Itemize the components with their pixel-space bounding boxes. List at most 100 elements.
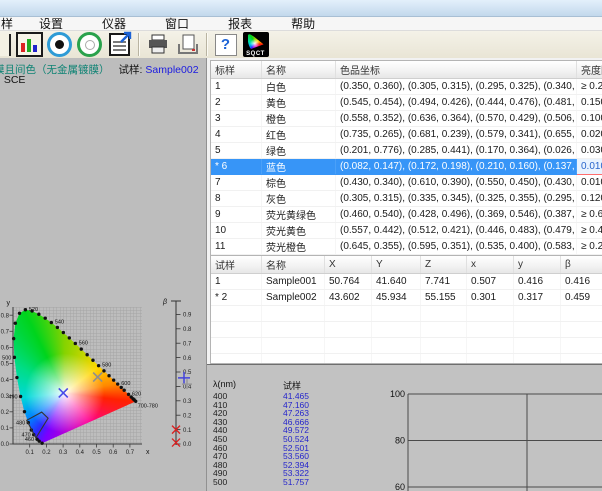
standards-table: 标样名称色品坐标亮度因数1白色(0.350, 0.360), (0.305, 0…: [211, 61, 602, 255]
column-header[interactable]: 名称: [262, 256, 325, 274]
table-cell: * 2: [211, 290, 262, 306]
table-cell: 11: [211, 239, 262, 255]
sample-label: 试样:: [119, 64, 143, 76]
table-row[interactable]: * 6蓝色(0.082, 0.147), (0.172, 0.198), (0.…: [211, 159, 602, 175]
help-icon[interactable]: ?: [212, 32, 239, 57]
table-cell: 灰色: [262, 191, 336, 207]
svg-text:0.8: 0.8: [1, 313, 10, 319]
table-cell: (0.645, 0.355), (0.595, 0.351), (0.535, …: [336, 239, 577, 255]
table-row[interactable]: 8灰色(0.305, 0.315), (0.335, 0.345), (0.32…: [211, 191, 602, 207]
clipped-toolbar-icon[interactable]: [0, 34, 11, 56]
standard-info-line: 膜且间色（无金属镀膜）试样:Sample002: [0, 62, 199, 77]
svg-text:60: 60: [395, 482, 405, 491]
svg-text:470: 470: [22, 433, 31, 439]
table-cell: 0.150 ~ 0.450: [577, 95, 602, 111]
statistics-chart-icon[interactable]: [16, 32, 43, 57]
table-cell: ≥ 0.400: [577, 223, 602, 239]
export-report-icon[interactable]: [106, 32, 133, 57]
menu-item[interactable]: 报表: [228, 15, 252, 32]
table-cell: (0.350, 0.360), (0.305, 0.315), (0.295, …: [336, 79, 577, 95]
column-header[interactable]: X: [325, 256, 372, 274]
menu-item[interactable]: 设置: [39, 15, 63, 32]
table-cell: 0.100 ~ 0.300: [577, 111, 602, 127]
empty-row: [211, 322, 602, 338]
svg-text:560: 560: [79, 340, 88, 346]
table-cell: 4: [211, 127, 262, 143]
print-output-icon[interactable]: [174, 32, 201, 57]
column-header[interactable]: 色品坐标: [336, 61, 577, 79]
toolbar-separator: [206, 33, 207, 56]
menu-item[interactable]: 窗口: [165, 15, 189, 32]
spectral-reflectance-chart: 1008060: [370, 365, 602, 491]
arrow-up-right-glyph: [120, 31, 132, 43]
menu-bar: 样 设置 仪器 窗口 报表 帮助: [0, 17, 602, 31]
table-cell: 55.155: [421, 290, 467, 306]
empty-row: [211, 338, 602, 354]
table-row[interactable]: 7棕色(0.430, 0.340), (0.610, 0.390), (0.55…: [211, 175, 602, 191]
toolbar-separator: [138, 33, 139, 56]
table-cell: 0.301: [467, 290, 514, 306]
column-header[interactable]: 名称: [262, 61, 336, 79]
table-cell: 0.030 ~ 0.120: [577, 143, 602, 159]
table-cell: 0.416: [514, 274, 561, 290]
table-cell: 红色: [262, 127, 336, 143]
svg-text:0.5: 0.5: [1, 362, 10, 368]
svg-text:0.4: 0.4: [1, 378, 10, 384]
column-header[interactable]: 试样: [211, 256, 262, 274]
sqct-logo: SQCT: [243, 32, 269, 57]
table-cell: 41.640: [372, 274, 421, 290]
table-cell: 45.934: [372, 290, 421, 306]
cie-overlay: 0.10.20.30.40.50.60.70.00.10.20.30.40.50…: [0, 298, 206, 491]
column-header[interactable]: Y: [372, 256, 421, 274]
empty-row: [211, 354, 602, 365]
column-header[interactable]: x: [467, 256, 514, 274]
table-cell: 黄色: [262, 95, 336, 111]
svg-text:480: 480: [16, 421, 25, 427]
samples-table: 试样名称XYZxyβ判定结果标样1Sample00150.76441.6407.…: [211, 256, 602, 364]
table-row[interactable]: 3橙色(0.558, 0.352), (0.636, 0.364), (0.57…: [211, 111, 602, 127]
table-cell: 7: [211, 175, 262, 191]
column-header[interactable]: 亮度因数: [577, 61, 602, 79]
table-cell: 橙色: [262, 111, 336, 127]
menu-item[interactable]: 仪器: [102, 15, 126, 32]
cie-chromaticity-diagram: 0.10.20.30.40.50.60.70.00.10.20.30.40.50…: [0, 298, 206, 491]
table-cell: 0.416: [561, 274, 602, 290]
table-row[interactable]: 4红色(0.735, 0.265), (0.681, 0.239), (0.57…: [211, 127, 602, 143]
svg-text:0.7: 0.7: [126, 450, 135, 456]
table-row[interactable]: 11荧光橙色(0.645, 0.355), (0.595, 0.351), (0…: [211, 239, 602, 255]
table-row[interactable]: 5绿色(0.201, 0.776), (0.285, 0.441), (0.17…: [211, 143, 602, 159]
table-cell: 绿色: [262, 143, 336, 159]
svg-text:0.0: 0.0: [1, 442, 10, 448]
table-row[interactable]: 2黄色(0.545, 0.454), (0.494, 0.426), (0.44…: [211, 95, 602, 111]
menu-item[interactable]: 样: [1, 15, 13, 32]
measure-standard-icon[interactable]: [46, 32, 73, 57]
table-cell: (0.305, 0.315), (0.335, 0.345), (0.325, …: [336, 191, 577, 207]
menu-item[interactable]: 帮助: [291, 15, 315, 32]
table-row[interactable]: 9荧光黄绿色(0.460, 0.540), (0.428, 0.496), (0…: [211, 207, 602, 223]
print-icon[interactable]: [144, 32, 171, 57]
svg-text:0.6: 0.6: [109, 450, 118, 456]
toolbar: ? SQCT: [0, 31, 602, 59]
table-row[interactable]: 10荧光黄色(0.557, 0.442), (0.512, 0.421), (0…: [211, 223, 602, 239]
column-header[interactable]: y: [514, 256, 561, 274]
column-header[interactable]: β: [561, 256, 602, 274]
table-cell: 43.602: [325, 290, 372, 306]
table-row[interactable]: 1白色(0.350, 0.360), (0.305, 0.315), (0.29…: [211, 79, 602, 95]
table-cell: (0.082, 0.147), (0.172, 0.198), (0.210, …: [336, 159, 577, 175]
column-header[interactable]: 标样: [211, 61, 262, 79]
table-row[interactable]: * 2Sample00243.60245.93455.1550.3010.317…: [211, 290, 602, 306]
target-open-glyph: [77, 32, 102, 57]
table-cell: 0.020 ~ 0.150: [577, 127, 602, 143]
table-cell: (0.557, 0.442), (0.512, 0.421), (0.446, …: [336, 223, 577, 239]
table-cell: 7.741: [421, 274, 467, 290]
svg-text:x: x: [146, 449, 150, 456]
column-header[interactable]: Z: [421, 256, 467, 274]
svg-text:0.7: 0.7: [1, 330, 10, 336]
table-cell: 白色: [262, 79, 336, 95]
table-cell: 0.010 ~ 0.100: [577, 159, 602, 175]
svg-text:0.4: 0.4: [76, 450, 85, 456]
sqct-logo-icon[interactable]: SQCT: [242, 32, 269, 57]
table-cell: (0.430, 0.340), (0.610, 0.390), (0.550, …: [336, 175, 577, 191]
table-row[interactable]: 1Sample00150.76441.6407.7410.5070.4160.4…: [211, 274, 602, 290]
measure-sample-icon[interactable]: [76, 32, 103, 57]
